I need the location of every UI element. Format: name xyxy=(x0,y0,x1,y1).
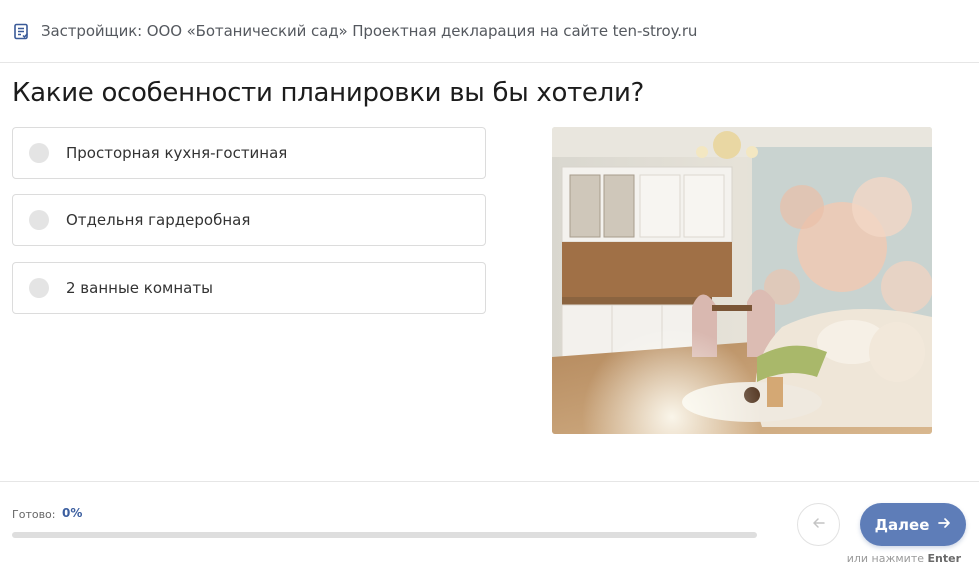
radio-button[interactable] xyxy=(29,143,49,163)
option-two-bathrooms[interactable]: 2 ванные комнаты xyxy=(12,262,486,314)
radio-button[interactable] xyxy=(29,210,49,230)
enter-hint: или нажмите Enter xyxy=(847,552,961,565)
arrow-left-icon xyxy=(812,515,826,534)
option-label: Отдельня гардеробная xyxy=(66,211,251,229)
option-label: 2 ванные комнаты xyxy=(66,279,213,297)
document-check-icon xyxy=(13,23,30,40)
footer-divider xyxy=(0,481,979,482)
next-button[interactable]: Далее xyxy=(860,503,966,546)
option-spacious-kitchen[interactable]: Просторная кухня-гостиная xyxy=(12,127,486,179)
hint-prefix: или нажмите xyxy=(846,552,924,565)
interior-photo xyxy=(552,127,932,434)
radio-button[interactable] xyxy=(29,278,49,298)
option-label: Просторная кухня-гостиная xyxy=(66,144,288,162)
option-wardrobe[interactable]: Отдельня гардеробная xyxy=(12,194,486,246)
developer-info-bar: Застройщик: ООО «Ботанический сад» Проек… xyxy=(0,0,979,63)
back-button[interactable] xyxy=(797,503,840,546)
question-title: Какие особенности планировки вы бы хотел… xyxy=(12,78,645,108)
arrow-right-icon xyxy=(937,515,951,534)
progress-value: 0% xyxy=(62,506,83,520)
developer-info-text: Застройщик: ООО «Ботанический сад» Проек… xyxy=(41,22,698,40)
progress-label: Готово: xyxy=(12,508,56,521)
hint-key: Enter xyxy=(927,552,962,565)
progress-bar xyxy=(12,532,757,538)
next-button-label: Далее xyxy=(874,515,930,534)
